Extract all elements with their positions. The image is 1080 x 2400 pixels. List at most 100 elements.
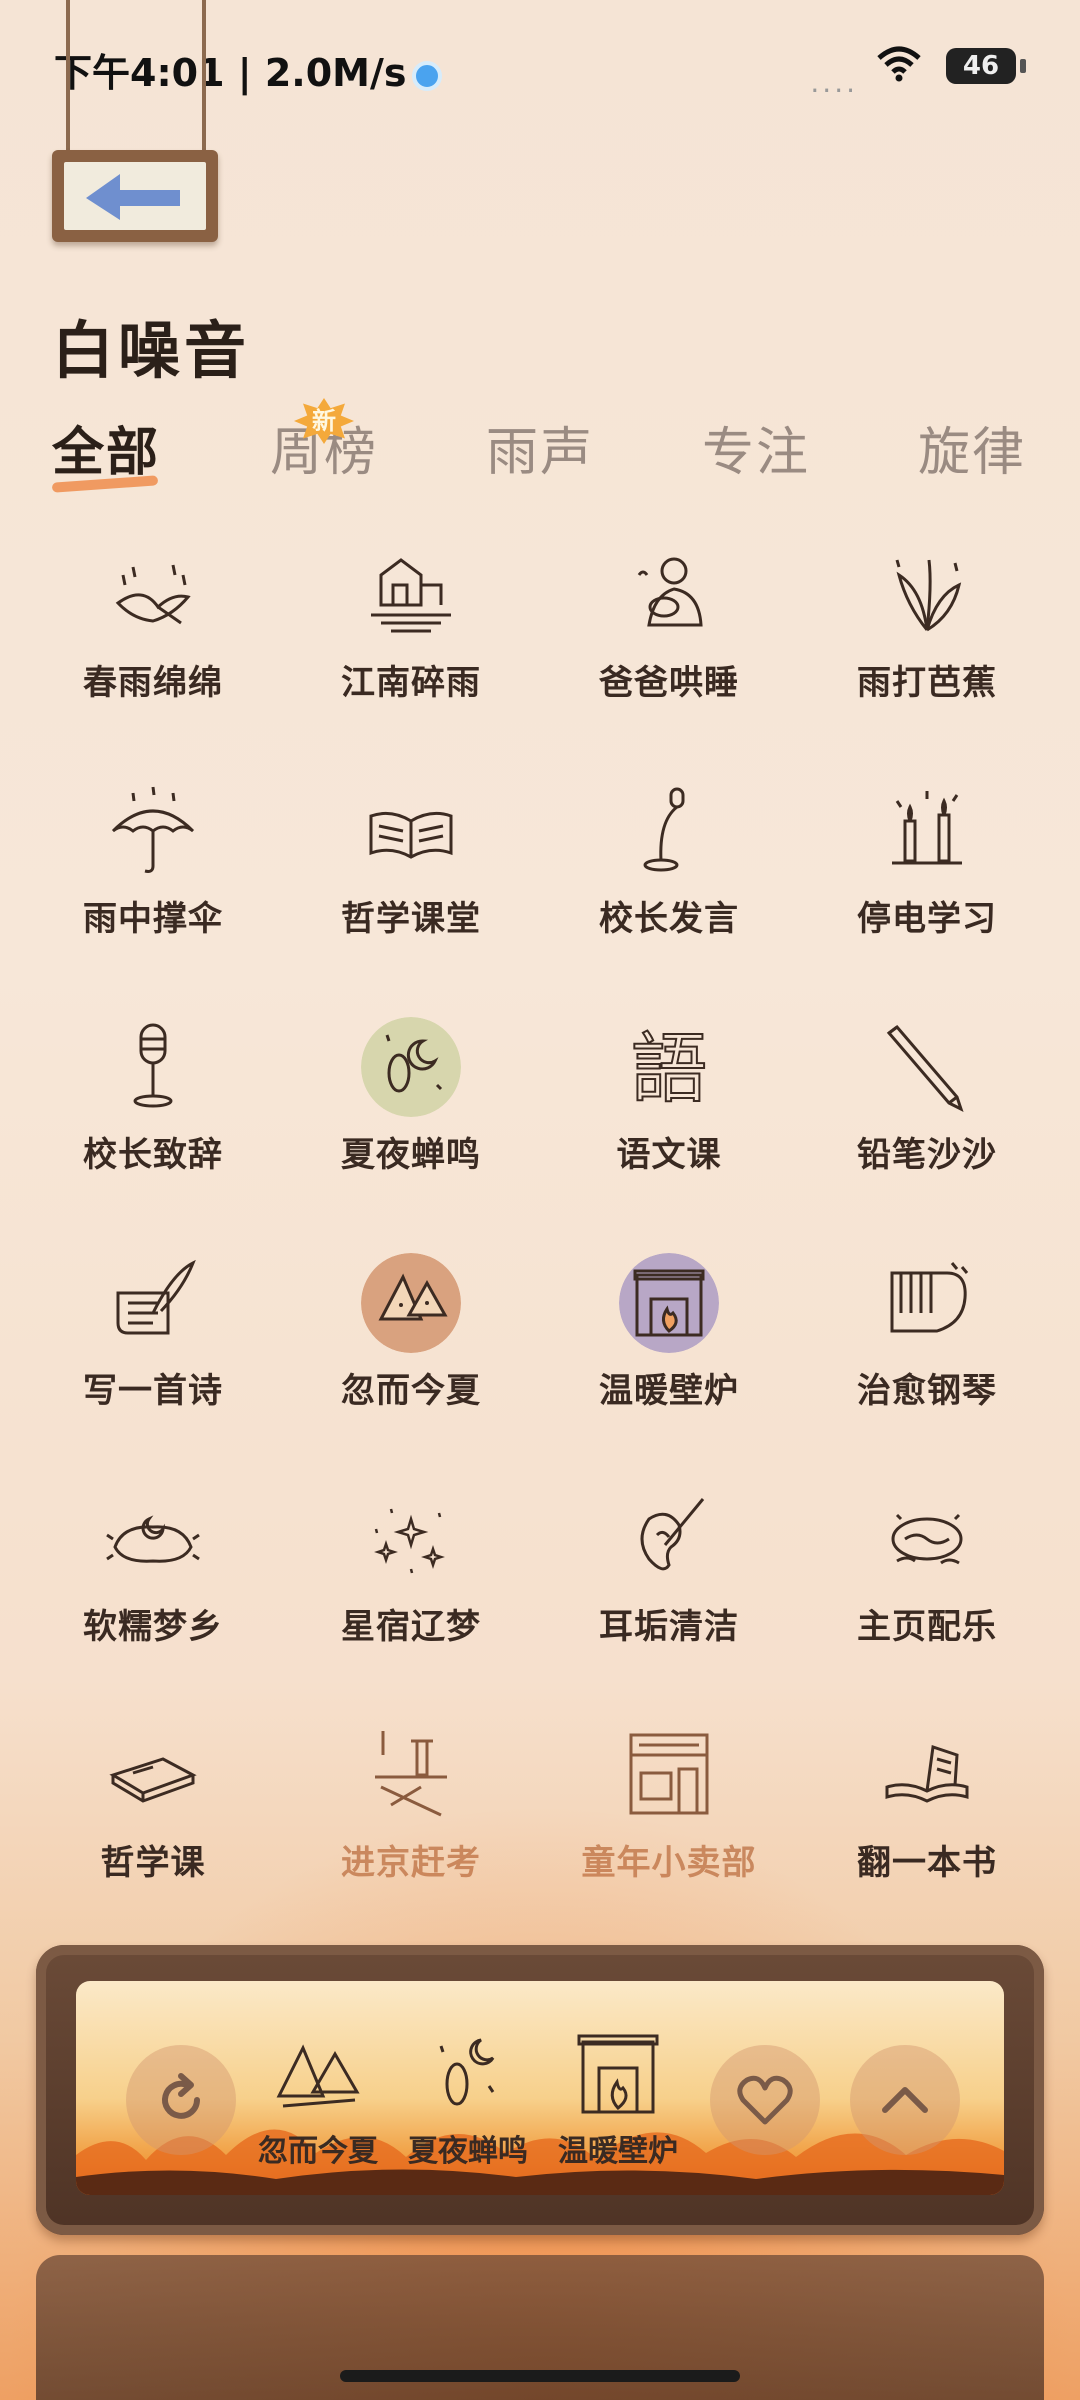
- category-tabs: 全部 周榜 雨声 专注 旋律: [51, 410, 1052, 493]
- sound-label: 雨打芭蕉: [857, 663, 997, 703]
- sound-label: 雨中撑伞: [83, 899, 223, 939]
- sound-label: 语文课: [616, 1135, 722, 1175]
- sound-label: 耳垢清洁: [599, 1607, 739, 1647]
- sound-label: 写一首诗: [83, 1371, 223, 1411]
- sound-item[interactable]: 語 语文课: [540, 1017, 798, 1217]
- sound-label: 江南碎雨: [341, 663, 481, 703]
- sound-item[interactable]: 耳垢清洁: [540, 1489, 798, 1689]
- sound-item[interactable]: 夏夜蝉鸣: [282, 1017, 540, 1217]
- tab-focus[interactable]: 专注: [702, 410, 810, 485]
- sound-label: 主页配乐: [857, 1607, 997, 1647]
- sound-item[interactable]: 江南碎雨: [282, 545, 540, 745]
- sound-item[interactable]: 春雨绵绵: [24, 545, 282, 745]
- now-playing-label: 忽而今夏: [258, 2134, 378, 2169]
- wifi-icon: [877, 46, 921, 82]
- sound-item[interactable]: 爸爸哄睡: [540, 545, 798, 745]
- sound-label: 爸爸哄睡: [599, 663, 739, 703]
- closed-book-icon: [109, 1757, 197, 1803]
- cicada-moon-icon: [361, 1017, 461, 1117]
- fireplace-icon: [577, 2034, 659, 2114]
- sound-label: 治愈钢琴: [857, 1371, 997, 1411]
- swallow-rain-icon: [115, 564, 191, 625]
- umbrella-icon: [111, 786, 195, 873]
- svg-text:語: 語: [631, 1024, 707, 1113]
- now-playing-item[interactable]: 夏夜蝉鸣: [393, 2030, 543, 2170]
- watermelon-icon: [276, 2044, 360, 2108]
- sound-label: 校长致辞: [83, 1135, 223, 1175]
- home-indicator[interactable]: [340, 2370, 740, 2382]
- chevron-up-icon: [882, 2087, 928, 2113]
- status-time: 下午4:01 | 2.0M/s: [54, 42, 443, 97]
- sound-item[interactable]: 进京赶考: [282, 1725, 540, 1925]
- sound-label: 温暖壁炉: [599, 1371, 739, 1411]
- sound-item[interactable]: 写一首诗: [24, 1253, 282, 1453]
- sound-item[interactable]: 雨中撑伞: [24, 781, 282, 981]
- banana-leaf-icon: [895, 559, 962, 632]
- flipping-book-icon: [885, 1745, 969, 1803]
- sound-item[interactable]: 忽而今夏: [282, 1253, 540, 1453]
- sound-item[interactable]: 主页配乐: [798, 1489, 1056, 1689]
- sound-item[interactable]: 停电学习: [798, 781, 1056, 981]
- sound-label: 星宿辽梦: [341, 1607, 481, 1647]
- battery-tip: [1020, 59, 1026, 73]
- stars-icon: [374, 1508, 445, 1574]
- pillow-moon-icon: [106, 1515, 200, 1563]
- expand-button[interactable]: [850, 2045, 960, 2155]
- sound-item[interactable]: 软糯梦乡: [24, 1489, 282, 1689]
- chinese-character-icon: 語: [630, 1023, 708, 1114]
- sound-item[interactable]: 翻一本书: [798, 1725, 1056, 1925]
- now-playing-item[interactable]: 忽而今夏: [243, 2030, 393, 2170]
- battery-indicator: 46: [946, 48, 1016, 84]
- now-playing-item[interactable]: 温暖壁炉: [543, 2030, 693, 2170]
- sound-label: 校长发言: [599, 899, 739, 939]
- tab-all[interactable]: 全部: [51, 410, 160, 493]
- tab-melody[interactable]: 旋律: [918, 410, 1026, 485]
- favorite-button[interactable]: [710, 2045, 820, 2155]
- now-playing-label: 夏夜蝉鸣: [408, 2134, 528, 2169]
- page-title: 白噪音: [52, 314, 251, 387]
- sound-label: 夏夜蝉鸣: [341, 1135, 481, 1175]
- tab-rain[interactable]: 雨声: [486, 410, 594, 485]
- sound-label: 进京赶考: [341, 1843, 481, 1883]
- sound-item[interactable]: 哲学课堂: [282, 781, 540, 981]
- sign-rope-right: [202, 0, 206, 150]
- location-icon: [412, 60, 443, 91]
- sound-item[interactable]: 星宿辽梦: [282, 1489, 540, 1689]
- cicada-moon-icon: [439, 2038, 495, 2106]
- sound-item[interactable]: 校长发言: [540, 781, 798, 981]
- sound-label: 铅笔沙沙: [857, 1135, 997, 1175]
- candles-icon: [892, 791, 962, 865]
- open-book-icon: [369, 811, 453, 859]
- sign-rope-left: [66, 0, 70, 150]
- sound-label: 哲学课: [100, 1843, 206, 1883]
- sound-item[interactable]: 哲学课: [24, 1725, 282, 1925]
- scholar-journey-icon: [375, 1731, 447, 1817]
- father-baby-icon: [637, 557, 703, 627]
- sound-item[interactable]: 童年小卖部: [540, 1725, 798, 1925]
- status-bar: 下午4:01 | 2.0M/s .... 46: [0, 0, 1080, 130]
- pencil-icon: [886, 1024, 964, 1112]
- sound-item[interactable]: 校长致辞: [24, 1017, 282, 1217]
- sound-label: 软糯梦乡: [83, 1607, 223, 1647]
- sound-label: 停电学习: [857, 899, 997, 939]
- fireplace-icon: [619, 1253, 719, 1353]
- riverside-house-icon: [371, 558, 451, 633]
- signal-dots: ....: [810, 66, 858, 99]
- shop-icon: [629, 1733, 709, 1815]
- replay-button[interactable]: [126, 2045, 236, 2155]
- sound-label: 忽而今夏: [341, 1371, 481, 1411]
- sound-item[interactable]: 铅笔沙沙: [798, 1017, 1056, 1217]
- vinyl-cloud-icon: [891, 1513, 963, 1565]
- sound-label: 翻一本书: [857, 1843, 997, 1883]
- sound-item[interactable]: 雨打芭蕉: [798, 545, 1056, 745]
- piano-icon: [890, 1262, 969, 1333]
- heart-icon: [737, 2075, 793, 2125]
- sound-item[interactable]: 治愈钢琴: [798, 1253, 1056, 1453]
- desk-microphone-icon: [643, 787, 685, 872]
- back-button[interactable]: [52, 150, 218, 242]
- replay-icon: [162, 2073, 200, 2119]
- sound-label: 春雨绵绵: [83, 663, 223, 703]
- quill-scroll-icon: [116, 1259, 196, 1335]
- back-arrow-icon: [86, 174, 180, 220]
- sound-item[interactable]: 温暖壁炉: [540, 1253, 798, 1453]
